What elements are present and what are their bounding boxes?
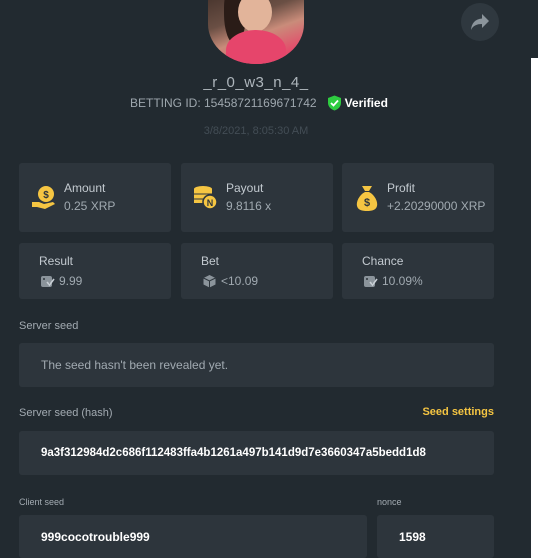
bet-label: Bet xyxy=(201,254,220,268)
username: _r_0_w3_n_4_ xyxy=(203,74,309,91)
share-icon xyxy=(471,14,489,30)
nonce-value: 1598 xyxy=(399,529,426,544)
server-seed-value: The seed hasn't been revealed yet. xyxy=(41,358,229,372)
client-seed-field[interactable]: 999cocotrouble999 xyxy=(19,515,367,558)
client-seed-label: Client seed xyxy=(19,497,65,507)
dice-check-icon xyxy=(364,276,378,287)
nonce-field[interactable]: 1598 xyxy=(377,515,494,558)
payout-card: N Payout 9.8116 x xyxy=(181,163,333,232)
verified-label: Verified xyxy=(344,96,388,110)
result-card: Result 9.99 xyxy=(19,243,171,299)
profit-card: $ Profit +2.20290000 XRP xyxy=(342,163,494,232)
avatar xyxy=(208,0,304,64)
amount-label: Amount xyxy=(64,181,106,195)
betting-id: BETTING ID: 15458721169671742 xyxy=(130,96,317,110)
result-label: Result xyxy=(39,254,74,268)
profit-value: +2.20290000 XRP xyxy=(387,199,486,213)
verified-badge: Verified xyxy=(327,95,388,111)
coin-stack-icon: N xyxy=(194,186,218,210)
svg-text:N: N xyxy=(207,198,214,208)
chance-value: 10.09% xyxy=(382,274,423,288)
bet-date: 3/8/2021, 8:05:30 AM xyxy=(203,125,309,137)
svg-text:$: $ xyxy=(43,190,49,201)
server-seed-label: Server seed xyxy=(19,320,79,332)
svg-text:$: $ xyxy=(364,197,370,209)
bet-card: Bet <10.09 xyxy=(181,243,333,299)
dice-icon xyxy=(203,275,216,288)
server-hash-label: Server seed (hash) xyxy=(19,407,113,419)
result-value: 9.99 xyxy=(59,274,83,288)
server-seed-field: The seed hasn't been revealed yet. xyxy=(19,343,494,387)
amount-value: 0.25 XRP xyxy=(64,199,116,213)
bet-value: <10.09 xyxy=(221,274,259,288)
money-bag-icon: $ xyxy=(356,186,378,211)
betting-id-row: BETTING ID: 15458721169671742 Verified xyxy=(130,95,388,111)
verified-shield-icon xyxy=(327,95,341,111)
nonce-label: nonce xyxy=(377,497,402,507)
scrollbar[interactable] xyxy=(531,58,538,558)
profit-label: Profit xyxy=(387,181,416,195)
coin-hand-icon: $ xyxy=(32,186,55,209)
amount-card: $ Amount 0.25 XRP xyxy=(19,163,171,232)
payout-value: 9.8116 x xyxy=(226,199,272,213)
server-hash-value: 9a3f312984d2c686f112483ffa4b1261a497b141… xyxy=(41,447,426,459)
chance-label: Chance xyxy=(362,254,404,268)
chance-card: Chance 10.09% xyxy=(342,243,494,299)
server-hash-field[interactable]: 9a3f312984d2c686f112483ffa4b1261a497b141… xyxy=(19,431,494,475)
seed-settings-link[interactable]: Seed settings xyxy=(422,406,494,418)
client-seed-value: 999cocotrouble999 xyxy=(41,529,150,544)
dice-check-icon xyxy=(41,276,55,287)
payout-label: Payout xyxy=(226,181,264,195)
share-button[interactable] xyxy=(461,3,499,41)
